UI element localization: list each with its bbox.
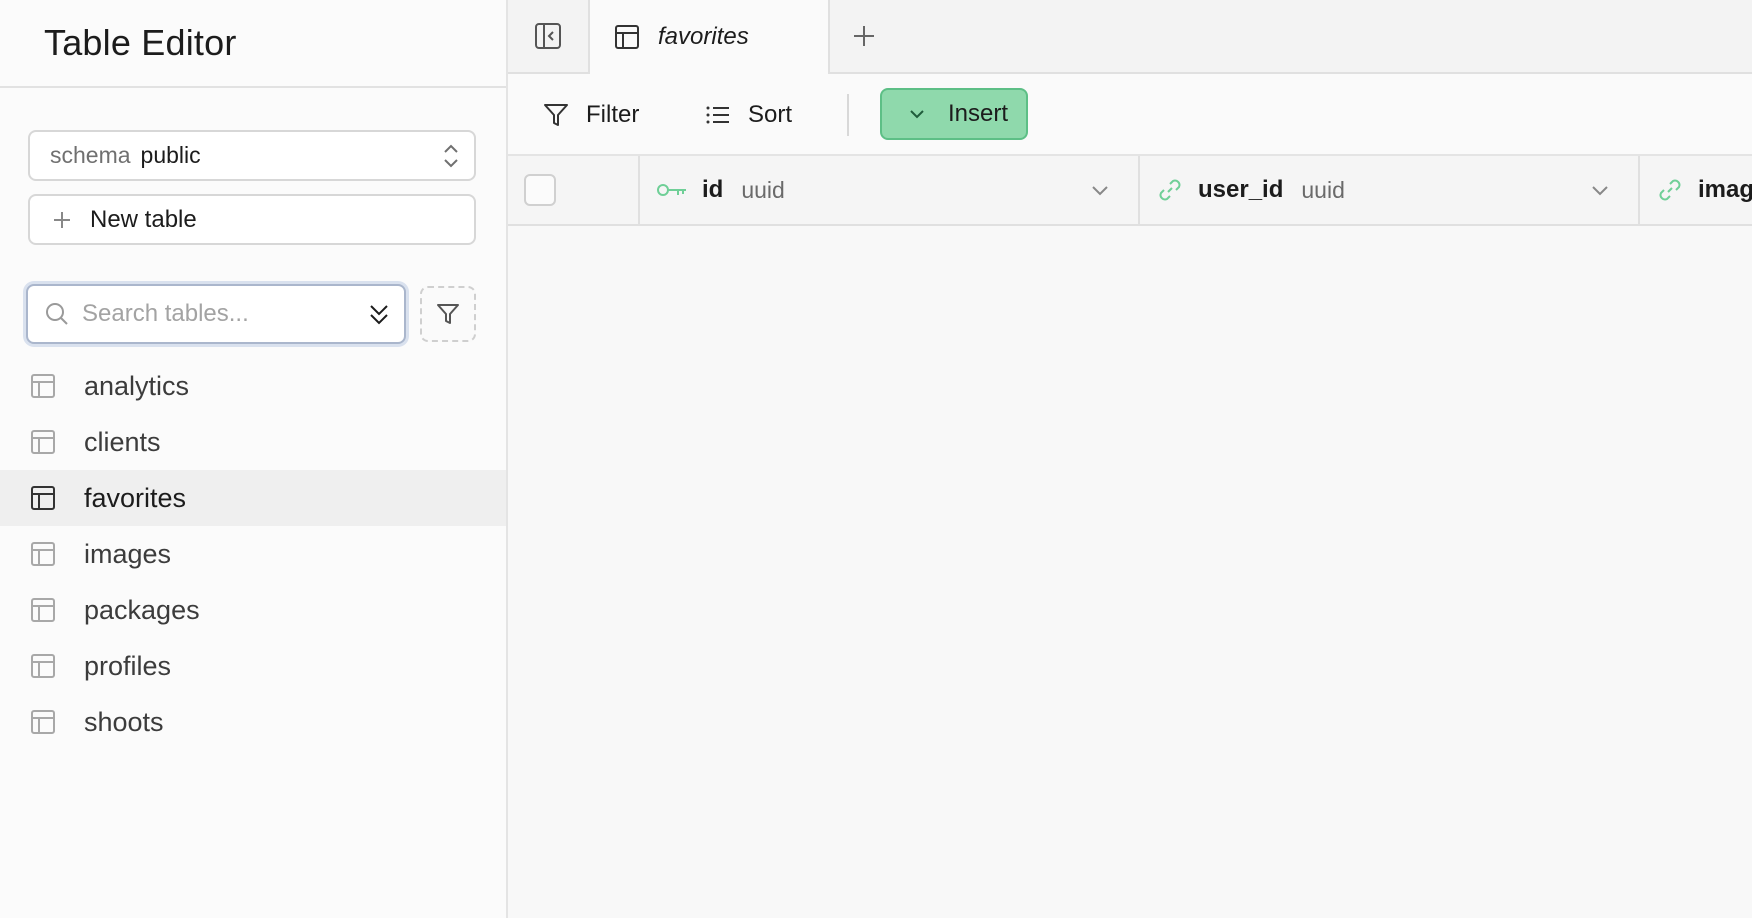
toolbar: Filter Sort Insert (508, 74, 1752, 156)
column-type: uuid (741, 176, 785, 203)
chevrons-down-icon[interactable] (368, 302, 390, 333)
table-icon (30, 429, 56, 455)
column-name: user_id (1198, 176, 1284, 203)
table-item-shoots[interactable]: shoots (0, 694, 506, 750)
select-all-cell (508, 156, 640, 224)
grid-body (508, 226, 1752, 918)
chevron-down-icon (908, 105, 926, 123)
link-icon (1156, 176, 1184, 204)
tab-bar: favorites (508, 0, 1752, 74)
main-panel: favorites Filter Sort Insert id uuid use… (508, 0, 1752, 918)
chevron-down-icon[interactable] (1090, 180, 1110, 200)
new-table-label: New table (90, 205, 197, 233)
table-item-label: profiles (84, 650, 172, 681)
table-item-label: images (84, 538, 172, 569)
page-title: Table Editor (44, 22, 237, 63)
table-list: analytics clients favorites images packa… (0, 358, 506, 750)
column-type: uuid (1301, 176, 1345, 203)
grid-header: id uuid user_id uuid imag (508, 156, 1752, 226)
add-tab-button[interactable] (842, 14, 886, 58)
table-icon (30, 597, 56, 623)
table-item-label: shoots (84, 706, 164, 737)
table-item-clients[interactable]: clients (0, 414, 506, 470)
table-item-label: packages (84, 594, 200, 625)
column-header-user-id[interactable]: user_id uuid (1140, 156, 1640, 224)
chevron-up-down-icon (442, 142, 460, 176)
sidebar-collapse-icon (534, 22, 562, 50)
new-table-button[interactable]: New table (28, 194, 476, 245)
sort-button[interactable]: Sort (704, 94, 792, 136)
table-item-profiles[interactable]: profiles (0, 638, 506, 694)
table-icon (30, 709, 56, 735)
select-all-checkbox[interactable] (524, 174, 556, 206)
funnel-icon (435, 301, 461, 327)
plus-icon (52, 210, 72, 230)
search-tables-box[interactable] (26, 284, 406, 344)
toolbar-divider (847, 94, 849, 136)
table-icon (30, 653, 56, 679)
table-item-label: analytics (84, 370, 190, 401)
key-icon (656, 180, 688, 200)
table-icon (30, 485, 56, 511)
list-icon (704, 101, 732, 129)
table-icon (30, 541, 56, 567)
table-item-label: clients (84, 426, 161, 457)
sidebar-header: Table Editor (0, 0, 506, 88)
sidebar: Table Editor schema public New table ana… (0, 0, 508, 918)
filter-button[interactable]: Filter (542, 94, 639, 136)
table-item-packages[interactable]: packages (0, 582, 506, 638)
schema-select[interactable]: schema public (28, 130, 476, 181)
column-header-id[interactable]: id uuid (640, 156, 1140, 224)
column-name: id (702, 176, 724, 203)
column-header-imag[interactable]: imag (1640, 156, 1752, 224)
table-icon (30, 373, 56, 399)
collapse-sidebar-button[interactable] (508, 0, 590, 72)
table-item-analytics[interactable]: analytics (0, 358, 506, 414)
tab-favorites[interactable]: favorites (590, 0, 830, 74)
search-icon (44, 301, 70, 327)
funnel-icon (542, 101, 570, 129)
insert-label: Insert (948, 100, 1009, 127)
sort-label: Sort (748, 101, 793, 128)
filter-tables-button[interactable] (420, 286, 476, 342)
link-icon (1656, 176, 1684, 204)
plus-icon (852, 24, 876, 48)
insert-button[interactable]: Insert (880, 88, 1028, 140)
tab-label: favorites (658, 23, 749, 50)
table-icon (614, 24, 640, 50)
table-item-images[interactable]: images (0, 526, 506, 582)
filter-label: Filter (586, 101, 640, 128)
schema-label: schema (50, 142, 131, 168)
search-tables-input[interactable] (82, 300, 352, 328)
schema-value: public (140, 142, 201, 168)
table-item-label: favorites (84, 482, 187, 513)
chevron-down-icon[interactable] (1590, 180, 1610, 200)
column-name: imag (1698, 176, 1752, 203)
table-item-favorites[interactable]: favorites (0, 470, 506, 526)
